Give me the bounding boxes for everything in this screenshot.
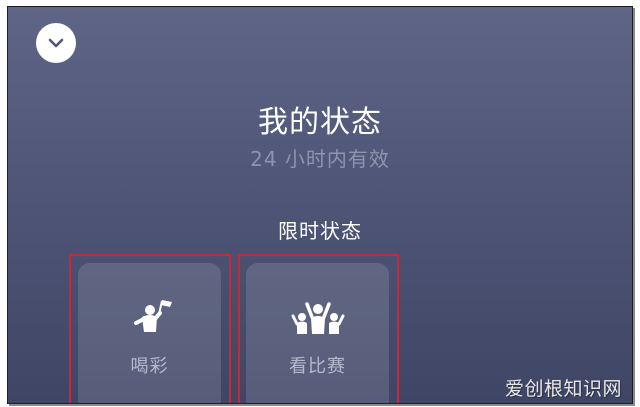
status-card-watch-game[interactable]: 看比赛 [246,263,389,403]
watermark: 爱创根知识网 [504,378,622,400]
collapse-button[interactable] [36,23,76,63]
page-subtitle: 24 小时内有效 [250,147,390,171]
status-card-label: 看比赛 [289,356,346,377]
cheer-person-flag-icon [133,300,172,332]
crowd-cheering-icon [291,302,344,334]
status-screen: 我的状态 24 小时内有效 限时状态 喝彩 看比赛 爱创根知识网 [7,6,633,404]
status-card-cheer[interactable]: 喝彩 [78,263,221,403]
chevron-down-icon [48,38,64,48]
page-title: 我的状态 [258,105,382,140]
section-title: 限时状态 [278,219,362,243]
status-card-label: 喝彩 [130,356,169,377]
